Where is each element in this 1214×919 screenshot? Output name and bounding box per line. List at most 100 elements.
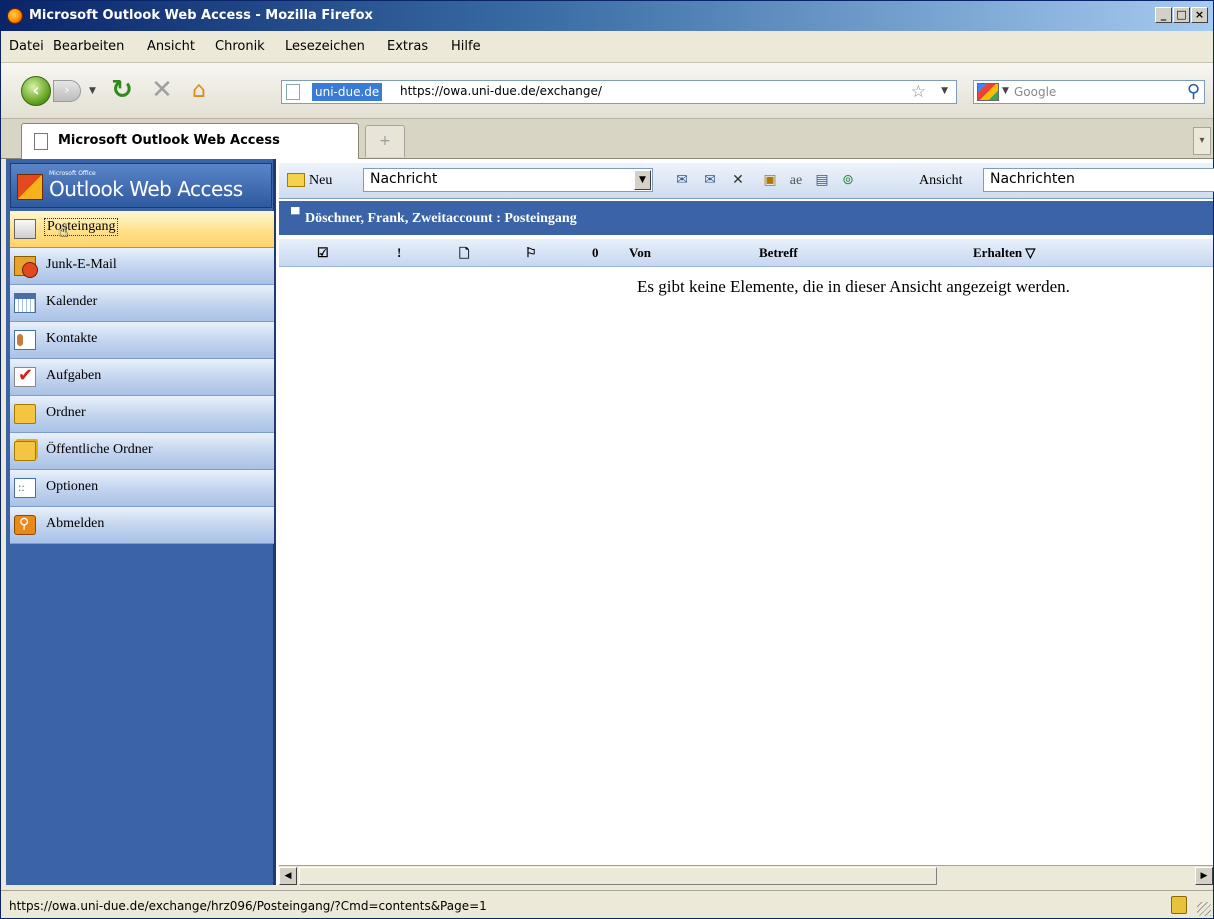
maximize-button[interactable]: □ bbox=[1173, 7, 1190, 23]
new-item-type-select[interactable]: Nachricht ▼ bbox=[363, 168, 653, 192]
column-received[interactable]: Erhalten ▽ bbox=[973, 245, 1035, 261]
column-flag-icon[interactable]: ⚐ bbox=[525, 245, 537, 261]
page-content: Microsoft Office Outlook Web Access Post… bbox=[6, 159, 1214, 885]
status-bar: https://owa.uni-due.de/exchange/hrz096/P… bbox=[1, 890, 1213, 918]
close-button[interactable]: × bbox=[1191, 7, 1208, 23]
site-identity-label[interactable]: uni-due.de bbox=[312, 83, 383, 101]
search-input[interactable]: Google bbox=[1014, 85, 1056, 99]
sidebar-item-label: Abmelden bbox=[46, 516, 105, 531]
tab-label: Microsoft Outlook Web Access bbox=[58, 133, 280, 148]
tab-list-button[interactable]: ▾ bbox=[1193, 127, 1211, 155]
calendar-icon bbox=[14, 293, 36, 313]
empty-deleted-items-icon[interactable]: ⊚ bbox=[839, 172, 857, 190]
column-attachment-icon[interactable]: 0 bbox=[592, 245, 599, 261]
forward-button[interactable]: › bbox=[53, 80, 81, 102]
column-item-type-icon[interactable]: 🗋 bbox=[459, 245, 469, 267]
sidebar-item-label: Aufgaben bbox=[46, 368, 102, 383]
sidebar-item-junk[interactable]: Junk-E-Mail bbox=[10, 248, 274, 285]
view-value: Nachrichten bbox=[990, 171, 1075, 187]
owa-logo: Microsoft Office Outlook Web Access bbox=[10, 163, 272, 208]
stop-button[interactable]: ✕ bbox=[149, 77, 175, 103]
office-logo-icon bbox=[17, 174, 43, 200]
sidebar-item-label: Junk-E-Mail bbox=[46, 257, 117, 272]
tab-bar: Microsoft Outlook Web Access + ▾ bbox=[1, 119, 1213, 159]
sidebar-item-kontakte[interactable]: Kontakte bbox=[10, 322, 274, 359]
print-icon[interactable]: ▤ bbox=[813, 172, 831, 190]
sidebar-item-label: Optionen bbox=[46, 479, 99, 494]
sidebar-item-public-folders[interactable]: Öffentliche Ordner bbox=[10, 433, 274, 470]
empty-list-message: Es gibt keine Elemente, die in dieser An… bbox=[637, 277, 1070, 296]
reply-icon[interactable]: ✉ bbox=[673, 172, 691, 190]
sidebar-item-ordner[interactable]: Ordner bbox=[10, 396, 274, 433]
page-icon bbox=[34, 133, 48, 150]
folder-title: Döschner, Frank, Zweitaccount : Posteing… bbox=[305, 211, 577, 226]
reply-all-icon[interactable]: ✉ bbox=[701, 172, 719, 190]
view-select[interactable]: Nachrichten bbox=[983, 168, 1214, 192]
security-lock-icon[interactable] bbox=[1171, 896, 1187, 914]
resize-grip-icon[interactable] bbox=[1197, 902, 1211, 916]
folder-icon bbox=[14, 404, 36, 424]
contacts-icon bbox=[14, 330, 36, 350]
history-dropdown-icon[interactable]: ▼ bbox=[89, 86, 96, 96]
sidebar-item-aufgaben[interactable]: Aufgaben bbox=[10, 359, 274, 396]
sidebar-item-optionen[interactable]: Optionen bbox=[10, 470, 274, 507]
address-bar[interactable]: uni-due.de https://owa.uni-due.de/exchan… bbox=[281, 80, 957, 104]
column-from[interactable]: Von bbox=[629, 245, 651, 261]
status-text: https://owa.uni-due.de/exchange/hrz096/P… bbox=[9, 899, 487, 913]
sidebar-item-kalender[interactable]: Kalender bbox=[10, 285, 274, 322]
search-bar[interactable]: ▼ Google ⚲ bbox=[973, 80, 1205, 104]
url-dropdown-icon[interactable]: ▼ bbox=[941, 86, 948, 96]
chevron-down-icon[interactable]: ▼ bbox=[634, 170, 651, 190]
back-button[interactable]: ‹ bbox=[21, 76, 51, 106]
column-importance[interactable]: ! bbox=[397, 245, 401, 261]
minimize-button[interactable]: _ bbox=[1155, 7, 1172, 23]
horizontal-scrollbar[interactable]: ◀ ▶ bbox=[279, 865, 1213, 885]
scroll-right-button[interactable]: ▶ bbox=[1195, 867, 1213, 885]
scrollbar-thumb[interactable] bbox=[299, 867, 937, 885]
navigation-toolbar: ‹ › ▼ ↻ ✕ ⌂ uni-due.de https://owa.uni-d… bbox=[1, 63, 1213, 119]
firefox-icon bbox=[7, 8, 23, 24]
new-message-icon[interactable] bbox=[287, 173, 305, 187]
search-icon[interactable]: ⚲ bbox=[1187, 81, 1200, 102]
view-label: Ansicht bbox=[919, 173, 963, 188]
menu-ansicht[interactable]: Ansicht bbox=[147, 39, 195, 54]
collapse-icon[interactable]: ▀ bbox=[291, 207, 300, 222]
home-button[interactable]: ⌂ bbox=[187, 79, 211, 103]
bookmark-star-icon[interactable]: ☆ bbox=[911, 82, 926, 102]
public-folder-icon bbox=[14, 441, 36, 461]
delete-icon[interactable]: ✕ bbox=[729, 172, 747, 190]
scroll-left-button[interactable]: ◀ bbox=[279, 867, 297, 885]
move-to-folder-icon[interactable]: ▣ bbox=[761, 172, 779, 190]
menu-chronik[interactable]: Chronik bbox=[215, 39, 265, 54]
sidebar-item-label: Posteingang bbox=[44, 218, 119, 236]
check-names-icon[interactable]: ae bbox=[787, 172, 805, 190]
tab-outlook[interactable]: Microsoft Outlook Web Access bbox=[21, 123, 359, 159]
tasks-icon bbox=[14, 365, 36, 387]
new-button[interactable]: Neu bbox=[309, 173, 332, 189]
column-subject[interactable]: Betreff bbox=[759, 245, 798, 261]
search-engine-icon[interactable] bbox=[977, 83, 999, 101]
menu-extras[interactable]: Extras bbox=[387, 39, 428, 54]
search-engine-dropdown-icon[interactable]: ▼ bbox=[1002, 86, 1009, 96]
menu-bearbeiten[interactable]: Bearbeiten bbox=[53, 39, 124, 54]
sidebar-item-label: Kontakte bbox=[46, 331, 98, 346]
logo-title: Outlook Web Access bbox=[49, 177, 243, 201]
url-text[interactable]: https://owa.uni-due.de/exchange/ bbox=[400, 84, 602, 98]
browser-window: Microsoft Outlook Web Access - Mozilla F… bbox=[0, 0, 1214, 919]
sidebar-item-posteingang[interactable]: Posteingang bbox=[10, 211, 274, 248]
new-tab-button[interactable]: + bbox=[365, 125, 405, 157]
folder-header: ▀ Döschner, Frank, Zweitaccount : Postei… bbox=[279, 201, 1213, 235]
page-favicon-icon bbox=[286, 84, 300, 100]
sidebar-item-abmelden[interactable]: Abmelden bbox=[10, 507, 274, 544]
sidebar-nav: Posteingang Junk-E-Mail Kalender Kontakt… bbox=[10, 211, 274, 544]
new-item-type-value: Nachricht bbox=[370, 171, 438, 187]
message-list-header: ☑ ! 🗋 ⚐ 0 Von Betreff Erhalten ▽ bbox=[279, 239, 1213, 267]
menu-hilfe[interactable]: Hilfe bbox=[451, 39, 481, 54]
junk-mail-icon bbox=[14, 256, 38, 278]
reload-button[interactable]: ↻ bbox=[109, 77, 135, 103]
menu-datei[interactable]: Datei bbox=[9, 39, 44, 54]
window-title: Microsoft Outlook Web Access - Mozilla F… bbox=[29, 8, 373, 23]
menu-lesezeichen[interactable]: Lesezeichen bbox=[285, 39, 365, 54]
select-all-checkbox[interactable]: ☑ bbox=[317, 245, 329, 261]
menu-bar: Datei Bearbeiten Ansicht Chronik Lesezei… bbox=[1, 31, 1213, 63]
